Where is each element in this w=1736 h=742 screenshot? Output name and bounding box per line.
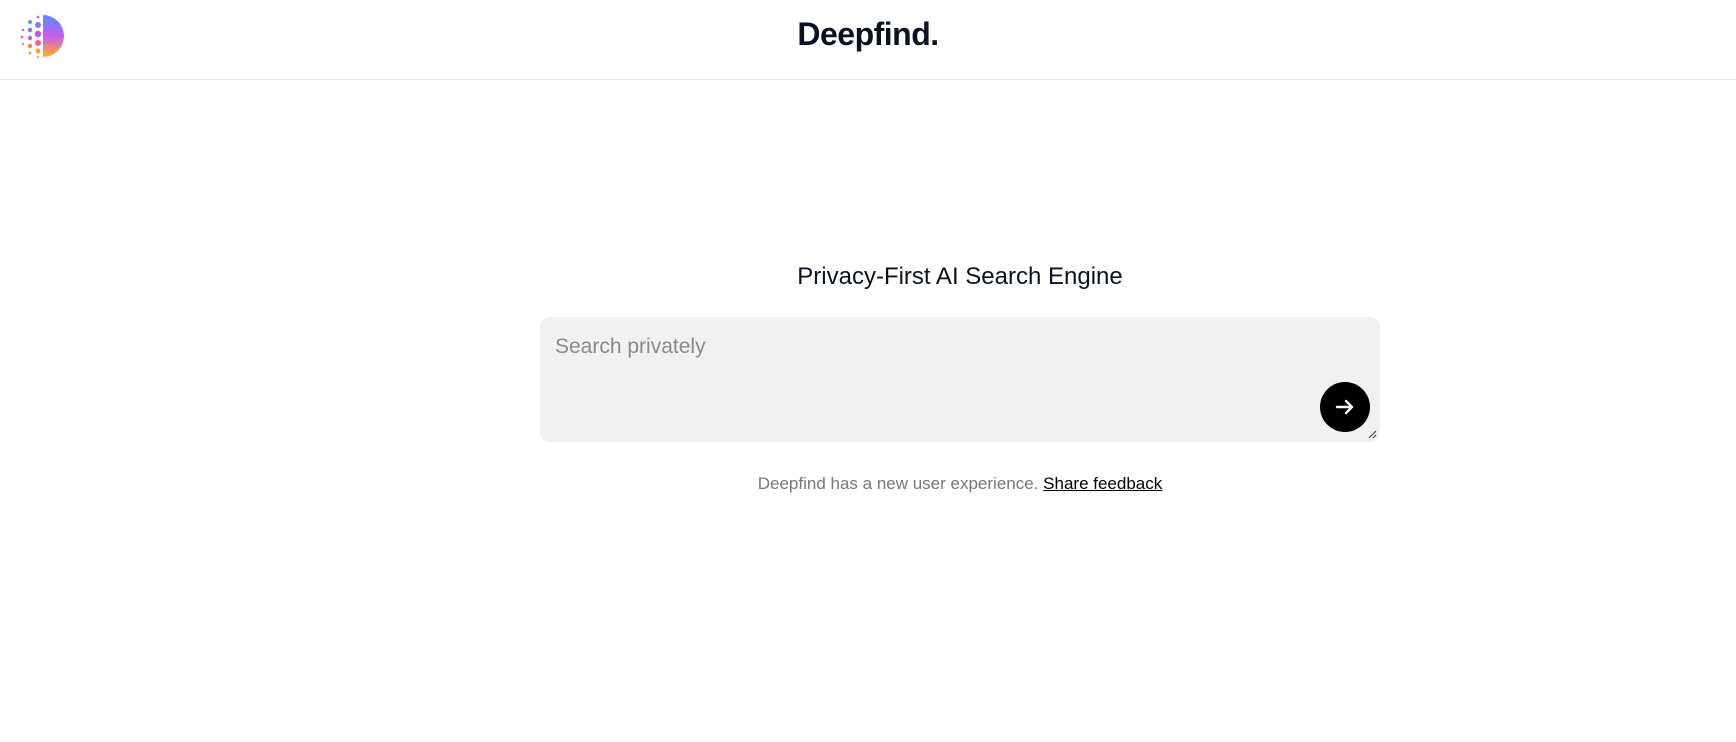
resize-handle-icon[interactable]	[1367, 429, 1377, 439]
share-feedback-link[interactable]: Share feedback	[1043, 474, 1162, 493]
top-header: Deepfind.	[0, 0, 1736, 80]
notice-text: Deepfind has a new user experience.	[757, 474, 1039, 493]
brand-name: Deepfind.	[797, 16, 939, 52]
search-submit-button[interactable]	[1320, 382, 1370, 432]
arrow-right-icon	[1335, 399, 1354, 415]
page-title: Privacy-First AI Search Engine	[797, 263, 1123, 290]
search-input[interactable]	[540, 317, 1380, 442]
experience-notice: Deepfind has a new user experience. Shar…	[0, 474, 1736, 494]
search-container	[540, 317, 1380, 442]
